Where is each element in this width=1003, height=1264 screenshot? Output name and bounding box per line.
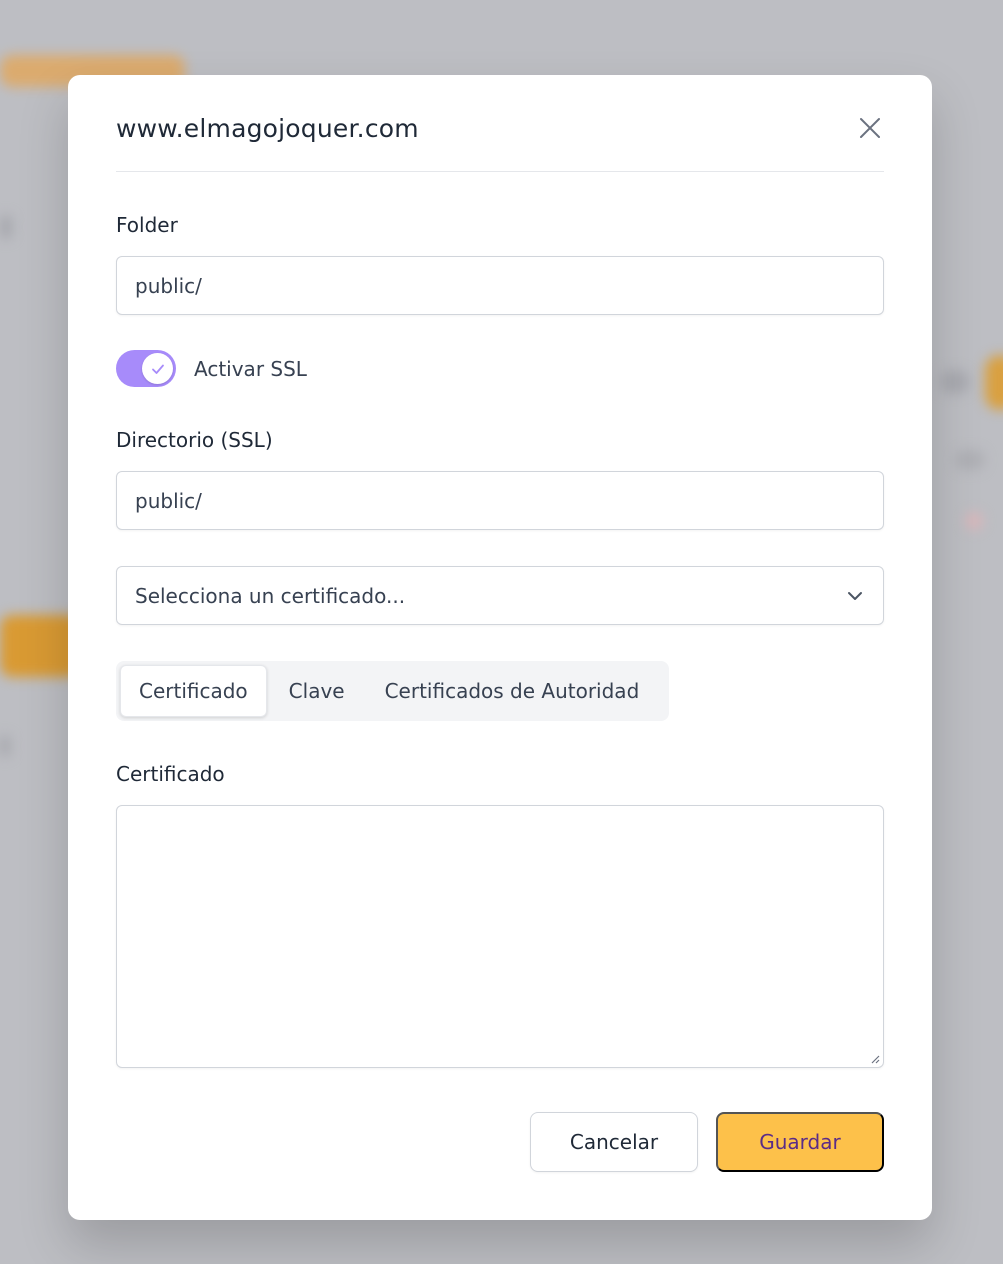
certificate-textarea[interactable] — [116, 805, 884, 1068]
certificate-tabs: Certificado Clave Certificados de Autori… — [116, 661, 669, 721]
background-blur — [985, 355, 1003, 410]
save-button[interactable]: Guardar — [716, 1112, 884, 1172]
resize-handle-icon[interactable] — [868, 1052, 880, 1064]
background-blur — [955, 450, 985, 470]
ssl-toggle[interactable] — [116, 350, 176, 387]
close-button[interactable] — [856, 114, 884, 142]
background-blur — [965, 512, 983, 530]
chevron-down-icon — [848, 591, 862, 600]
certificate-select[interactable]: Selecciona un certificado... — [116, 566, 884, 625]
ssl-toggle-label: Activar SSL — [194, 356, 307, 381]
folder-input[interactable] — [116, 256, 884, 315]
background-blur — [940, 370, 970, 394]
site-settings-modal: www.elmagojoquer.com Folder Activar SSL … — [68, 75, 932, 1220]
background-blur — [0, 735, 10, 757]
tab-certificado[interactable]: Certificado — [120, 665, 267, 717]
modal-title: www.elmagojoquer.com — [116, 113, 419, 143]
close-icon — [860, 118, 880, 138]
ssl-toggle-row: Activar SSL — [116, 350, 307, 387]
ssl-directory-label: Directorio (SSL) — [116, 428, 273, 452]
cancel-button[interactable]: Cancelar — [530, 1112, 698, 1172]
toggle-knob — [142, 353, 173, 384]
ssl-directory-input[interactable] — [116, 471, 884, 530]
background-blur — [0, 215, 12, 239]
certificate-select-placeholder: Selecciona un certificado... — [135, 583, 406, 608]
check-icon — [151, 364, 164, 374]
folder-label: Folder — [116, 213, 178, 237]
modal-header: www.elmagojoquer.com — [116, 75, 884, 172]
certificate-label: Certificado — [116, 762, 225, 786]
tab-clave[interactable]: Clave — [267, 665, 367, 717]
tab-certificados-de-autoridad[interactable]: Certificados de Autoridad — [367, 665, 658, 717]
